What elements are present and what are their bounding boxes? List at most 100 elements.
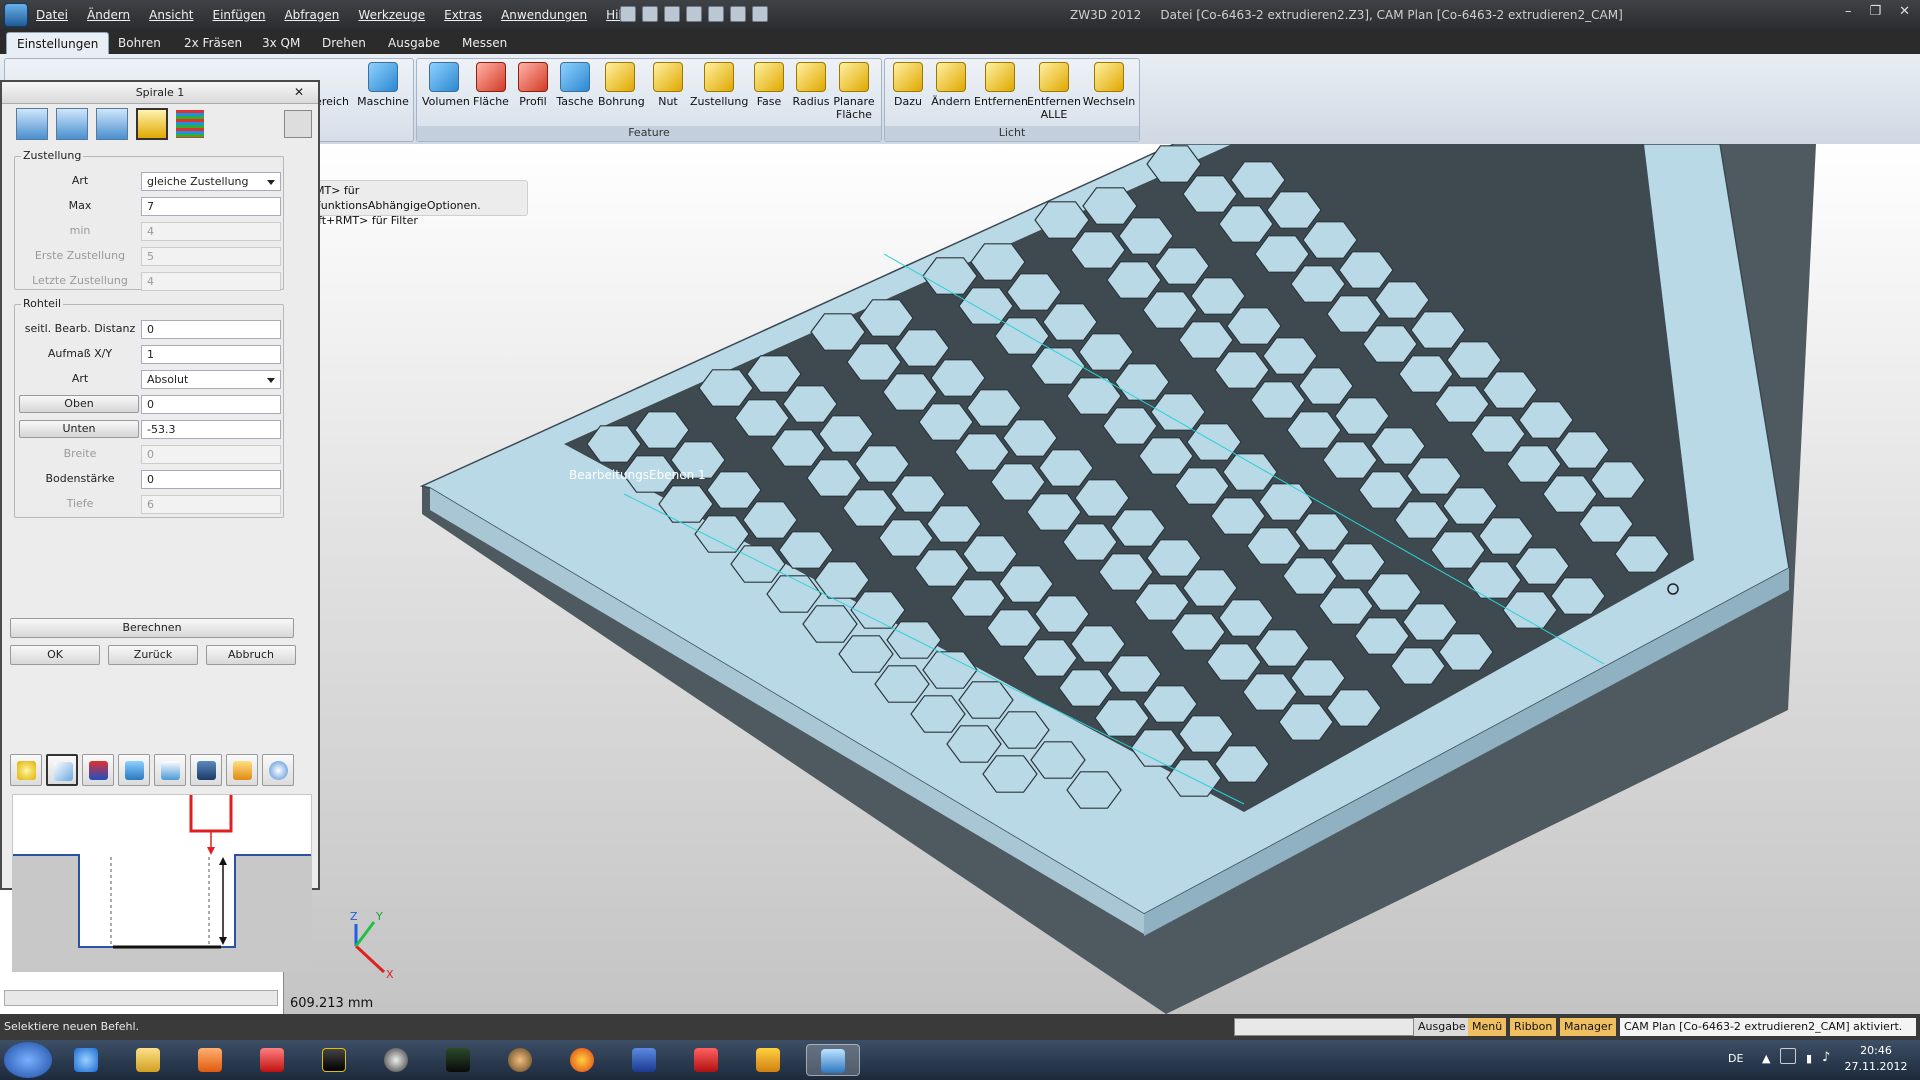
- volumen-button[interactable]: Volumen: [422, 62, 470, 108]
- berechnen-button[interactable]: Berechnen: [10, 618, 294, 638]
- rohteil-art-select[interactable]: Absolut: [141, 370, 281, 389]
- new-file-icon[interactable]: [620, 6, 636, 22]
- cad-app-icon[interactable]: [314, 1044, 354, 1076]
- licht-aendern-button[interactable]: Ändern: [928, 62, 974, 108]
- unten-input[interactable]: -53.3: [141, 420, 281, 439]
- tab-3x-qm[interactable]: 3x QM: [252, 32, 310, 54]
- tab-einstellungen[interactable]: Einstellungen: [6, 32, 110, 54]
- zustellung-button[interactable]: Zustellung: [690, 62, 748, 108]
- terminal-app-icon[interactable]: [438, 1044, 478, 1076]
- save-icon[interactable]: [664, 6, 680, 22]
- close-icon[interactable]: ✕: [1899, 4, 1910, 19]
- network-icon[interactable]: [1780, 1048, 1796, 1064]
- tab-drehen[interactable]: Drehen: [312, 32, 376, 54]
- zw3d-app-icon[interactable]: [4, 3, 28, 27]
- wechseln-button[interactable]: Wechseln: [1082, 62, 1136, 108]
- signal-icon[interactable]: ▮: [1806, 1052, 1812, 1065]
- toolpath-icon[interactable]: [82, 754, 114, 786]
- copy-parameters-icon[interactable]: [154, 754, 186, 786]
- undo-icon[interactable]: [708, 6, 724, 22]
- presentation-app-icon[interactable]: [252, 1044, 292, 1076]
- tools-app-icon[interactable]: [748, 1044, 788, 1076]
- tray-expand-icon[interactable]: ▲: [1762, 1052, 1770, 1065]
- bodenstaerke-input[interactable]: 0: [141, 470, 281, 489]
- letzte-zustellung-row: Letzte Zustellung 4: [15, 271, 285, 291]
- dialog-close-icon[interactable]: ✕: [294, 85, 304, 99]
- list-settings-icon[interactable]: [176, 110, 204, 138]
- status-input-field[interactable]: [1234, 1018, 1414, 1036]
- oben-button[interactable]: Oben: [19, 395, 139, 413]
- menu-anwendungen[interactable]: Anwendungen: [501, 8, 587, 22]
- minimize-icon[interactable]: –: [1845, 4, 1852, 19]
- tool-library-icon[interactable]: [118, 754, 150, 786]
- unten-button[interactable]: Unten: [19, 420, 139, 438]
- volume-icon[interactable]: ♪: [1822, 1050, 1830, 1065]
- zw3d-taskbar-icon[interactable]: [806, 1044, 860, 1076]
- start-button[interactable]: [4, 1042, 52, 1078]
- zurueck-button[interactable]: Zurück: [108, 645, 198, 665]
- language-indicator[interactable]: DE: [1728, 1052, 1743, 1065]
- abbruch-button[interactable]: Abbruch: [206, 645, 296, 665]
- save-parameters-icon[interactable]: [190, 754, 222, 786]
- print-icon[interactable]: [686, 6, 702, 22]
- status-tab-menue[interactable]: Menü: [1468, 1018, 1507, 1036]
- restore-icon[interactable]: ❐: [1869, 4, 1881, 19]
- ribbon-maschine-button[interactable]: Maschine: [356, 62, 410, 108]
- planare-flaeche-button[interactable]: Planare Fläche: [832, 62, 876, 121]
- entfernen-button[interactable]: Entfernen: [974, 62, 1028, 108]
- depth-settings-icon[interactable]: [96, 108, 128, 140]
- tasche-button[interactable]: Tasche: [553, 62, 597, 108]
- fase-button[interactable]: Fase: [747, 62, 791, 108]
- radius-button[interactable]: Radius: [789, 62, 833, 108]
- word-icon[interactable]: [624, 1044, 664, 1076]
- ok-button[interactable]: OK: [10, 645, 100, 665]
- film-reel-icon[interactable]: [376, 1044, 416, 1076]
- file-explorer-icon[interactable]: [128, 1044, 168, 1076]
- bohrung-button[interactable]: Bohrung: [598, 62, 645, 108]
- edit-notes-icon[interactable]: [46, 754, 78, 786]
- tab-ausgabe[interactable]: Ausgabe: [378, 32, 450, 54]
- max-input[interactable]: 7: [141, 197, 281, 216]
- status-tab-manager[interactable]: Manager: [1560, 1018, 1617, 1036]
- menu-werkzeuge[interactable]: Werkzeuge: [358, 8, 425, 22]
- menu-extras[interactable]: Extras: [444, 8, 482, 22]
- tab-2x-fraesen[interactable]: 2x Fräsen: [174, 32, 252, 54]
- seitl-distanz-input[interactable]: 0: [141, 320, 281, 339]
- internet-explorer-icon[interactable]: [66, 1044, 106, 1076]
- menu-aendern[interactable]: Ändern: [87, 8, 130, 22]
- clock-time[interactable]: 20:46: [1840, 1044, 1912, 1057]
- profil-button[interactable]: Profil: [511, 62, 555, 108]
- dazu-button[interactable]: Dazu: [886, 62, 930, 108]
- open-file-icon[interactable]: [642, 6, 658, 22]
- firefox-icon[interactable]: [562, 1044, 602, 1076]
- entfernen-alle-button[interactable]: Entfernen ALLE: [1026, 62, 1082, 121]
- menu-datei[interactable]: Datei: [36, 8, 68, 22]
- load-parameters-icon[interactable]: [226, 754, 258, 786]
- oben-input[interactable]: 0: [141, 395, 281, 414]
- flaeche-button[interactable]: Fläche: [469, 62, 513, 108]
- menu-ansicht[interactable]: Ansicht: [149, 8, 193, 22]
- clock-date[interactable]: 27.11.2012: [1840, 1060, 1912, 1073]
- aufmass-input[interactable]: 1: [141, 345, 281, 364]
- tab-messen[interactable]: Messen: [452, 32, 517, 54]
- feed-settings-icon[interactable]: [56, 108, 88, 140]
- tool-settings-icon[interactable]: [16, 108, 48, 140]
- manager-scrollbar[interactable]: [4, 990, 278, 1006]
- mail-app-icon[interactable]: [686, 1044, 726, 1076]
- 3d-viewport[interactable]: BearbeitungsEbenen 1 X Z Y: [284, 143, 1920, 1014]
- redo-icon[interactable]: [730, 6, 746, 22]
- help-icon[interactable]: [262, 754, 294, 786]
- game-app-icon[interactable]: [500, 1044, 540, 1076]
- stock-settings-icon[interactable]: [136, 108, 168, 140]
- media-player-icon[interactable]: [190, 1044, 230, 1076]
- nut-button[interactable]: Nut: [646, 62, 690, 108]
- status-tab-ribbon[interactable]: Ribbon: [1510, 1018, 1557, 1036]
- menu-einfuegen[interactable]: Einfügen: [212, 8, 265, 22]
- pin-dialog-icon[interactable]: [284, 110, 312, 138]
- menu-abfragen[interactable]: Abfragen: [284, 8, 339, 22]
- status-tab-ausgabe[interactable]: Ausgabe: [1414, 1018, 1470, 1036]
- hint-lightbulb-icon[interactable]: [10, 754, 42, 786]
- art-select[interactable]: gleiche Zustellung: [141, 172, 281, 191]
- refresh-icon[interactable]: [752, 6, 768, 22]
- tab-bohren[interactable]: Bohren: [108, 32, 171, 54]
